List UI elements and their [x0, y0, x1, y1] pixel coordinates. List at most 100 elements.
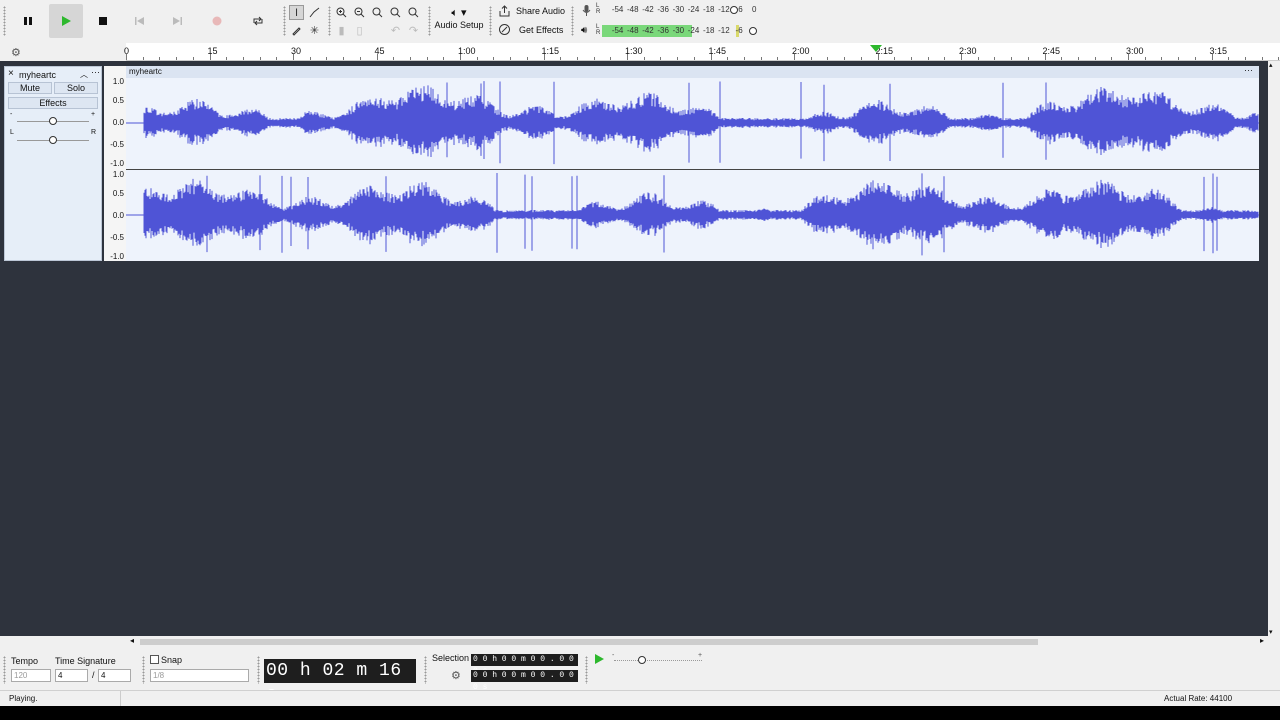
actual-rate: Actual Rate: 44100 — [1164, 694, 1233, 703]
zoom-toggle-button[interactable] — [406, 5, 421, 20]
play-button[interactable] — [49, 4, 83, 38]
tempo-field[interactable]: 120 — [11, 669, 51, 682]
selection-toolbar: Tempo 120 Time Signature 4 / 4 Snap 1/8 … — [0, 648, 1280, 705]
rec-level-knob[interactable] — [730, 6, 738, 14]
amp-label: -0.5 — [110, 233, 124, 242]
selection-end-field[interactable]: 0 0 h 0 0 m 0 0 . 0 0 0 s — [471, 670, 578, 692]
time-signature-top[interactable]: 4 — [55, 669, 88, 682]
amp-label: 0.5 — [112, 189, 124, 198]
ruler-tick-mark — [1144, 57, 1146, 60]
selection-settings-icon[interactable]: ⚙︎ — [451, 669, 461, 682]
ruler-tick-mark — [526, 57, 528, 60]
gain-slider-handle[interactable] — [49, 117, 57, 125]
share-audio-label: Share Audio — [516, 6, 566, 16]
toolbar-grip[interactable] — [489, 6, 492, 36]
ruler-tick-mark — [142, 57, 144, 60]
toolbar-grip[interactable] — [328, 6, 331, 36]
left-channel-waveform[interactable] — [126, 78, 1259, 169]
time-signature-bottom[interactable]: 4 — [98, 669, 131, 682]
trim-button[interactable]: ▮ — [334, 23, 349, 38]
toolbar-grip[interactable] — [571, 6, 574, 36]
selection-start-field[interactable]: 0 0 h 0 0 m 0 0 . 0 0 0 s — [471, 654, 578, 676]
time-display[interactable]: 00 h 02 m 16 s — [264, 659, 416, 705]
play-at-speed-button[interactable] — [593, 653, 605, 667]
scroll-thumb[interactable] — [140, 639, 1038, 645]
playhead-marker[interactable] — [869, 44, 883, 56]
snap-dropdown[interactable]: 1/8 — [150, 669, 249, 682]
toolbar-grip[interactable] — [585, 656, 588, 684]
toolbar-grip[interactable] — [3, 6, 6, 36]
meter-tick-label: -24 — [687, 5, 700, 14]
play-level-knob[interactable] — [749, 27, 757, 35]
skip-to-end-button[interactable] — [164, 8, 190, 34]
solo-button[interactable]: Solo — [54, 82, 98, 94]
toolbar-grip[interactable] — [257, 656, 260, 684]
get-effects-button[interactable]: Get Effects — [498, 23, 563, 36]
ruler-tick-mark — [259, 57, 261, 60]
toolbar-grip[interactable] — [3, 656, 6, 684]
share-audio-button[interactable]: Share Audio — [498, 5, 565, 17]
record-button[interactable] — [204, 8, 230, 34]
playback-meter[interactable]: LR -54 -48 -42 -36 -30 -24 -18 -12 -6 — [596, 24, 757, 37]
effects-button[interactable]: Effects — [8, 97, 98, 109]
timeline-ruler[interactable]: 0 15 30 45 1:00 1:15 1:30 1:45 2:00 2:15 2:30 2:45 3… — [124, 43, 1280, 61]
playhead-icon — [870, 45, 882, 52]
mute-button[interactable]: Mute — [8, 82, 52, 94]
draw-tool-button[interactable] — [289, 23, 304, 38]
ruler-tick-mark — [1211, 54, 1213, 60]
meter-tick-label: -30 — [672, 5, 685, 14]
ruler-tick-mark — [677, 57, 679, 60]
zoom-out-button[interactable] — [352, 5, 367, 20]
scroll-left-icon[interactable]: ◂ — [130, 636, 134, 645]
clip-title-bar[interactable]: myheartc ··· — [126, 65, 1259, 78]
loop-button[interactable] — [245, 8, 271, 34]
audio-setup-button[interactable]: 🔈︎ ▾ Audio Setup — [434, 6, 484, 38]
ruler-tick-mark — [460, 54, 461, 60]
vertical-scrollbar[interactable]: ▴ ▾ — [1268, 61, 1280, 636]
redo-button[interactable]: ↷ — [406, 23, 421, 38]
ruler-tick-mark — [727, 57, 729, 60]
track-menu-icon[interactable]: ··· — [91, 67, 100, 77]
track-name[interactable]: myheartc — [19, 70, 56, 80]
multi-tool-button[interactable]: ✳ — [307, 23, 322, 38]
plugin-icon — [499, 24, 510, 35]
silence-button[interactable]: ▯ — [352, 23, 367, 38]
asterisk-icon: ✳ — [309, 25, 320, 37]
pencil-icon — [292, 27, 301, 36]
zoom-in-button[interactable] — [334, 5, 349, 20]
fit-project-button[interactable] — [388, 5, 403, 20]
skip-to-start-button[interactable] — [127, 8, 153, 34]
recording-meter[interactable]: LR -54 -48 -42 -36 -30 -24 -18 -12 -6 0 — [596, 3, 757, 16]
snap-checkbox[interactable] — [150, 655, 159, 664]
loop-icon — [253, 16, 263, 26]
gain-min-label: - — [10, 111, 13, 118]
scroll-down-icon[interactable]: ▾ — [1269, 628, 1273, 636]
amp-label: 1.0 — [112, 77, 124, 86]
meter-tick-label: -6 — [735, 26, 743, 35]
ruler-tick-mark — [1161, 57, 1163, 60]
toolbar-grip[interactable] — [283, 6, 286, 36]
horizontal-scrollbar[interactable]: ◂ ▸ — [0, 636, 1280, 648]
undo-button[interactable]: ↶ — [388, 23, 403, 38]
envelope-tool-button[interactable] — [307, 5, 322, 20]
zoom-toggle-icon — [408, 7, 419, 18]
audio-setup-label: Audio Setup — [434, 20, 484, 30]
collapse-track-icon[interactable]: ︿ — [80, 69, 88, 80]
stop-button[interactable] — [90, 8, 116, 34]
clip-menu-icon[interactable]: ··· — [1244, 65, 1253, 75]
toolbar-grip[interactable] — [142, 656, 145, 684]
toolbar-grip[interactable] — [424, 656, 427, 684]
scroll-right-icon[interactable]: ▸ — [1260, 636, 1264, 645]
pan-slider-handle[interactable] — [49, 136, 57, 144]
toolbar-grip[interactable] — [428, 6, 431, 36]
scroll-up-icon[interactable]: ▴ — [1269, 61, 1273, 69]
close-track-icon[interactable]: × — [8, 68, 14, 79]
right-channel-waveform[interactable] — [126, 170, 1259, 261]
ruler-tick-mark — [326, 57, 328, 60]
fit-selection-button[interactable] — [370, 5, 385, 20]
ruler-tick-mark — [510, 57, 512, 60]
speed-slider-handle[interactable] — [638, 656, 646, 664]
pause-button[interactable] — [15, 8, 41, 34]
selection-tool-button[interactable]: I — [289, 5, 304, 20]
timeline-settings-icon[interactable]: ⚙︎ — [11, 46, 21, 59]
